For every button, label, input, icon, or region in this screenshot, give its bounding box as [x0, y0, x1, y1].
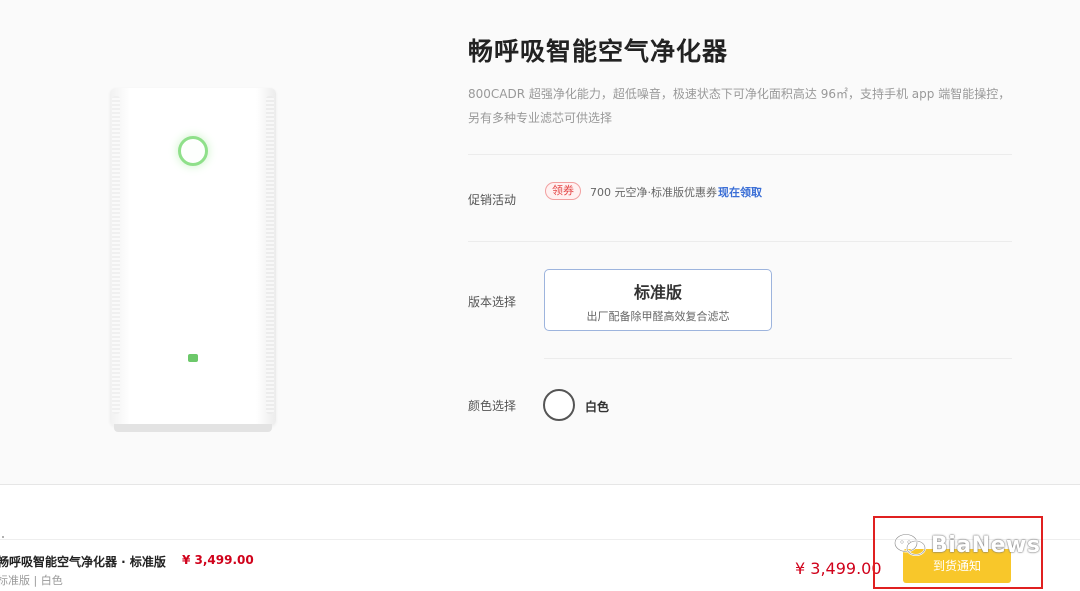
divider — [468, 154, 1012, 155]
divider — [468, 241, 1012, 242]
purifier-status-ring — [178, 136, 208, 166]
purifier-side-grill — [112, 96, 120, 414]
coupon-badge: 领券 — [545, 182, 581, 200]
watermark: BiaNews — [893, 531, 1040, 559]
version-option-standard[interactable]: 标准版 出厂配备除甲醛高效复合滤芯 — [544, 269, 772, 331]
stray-mark — [2, 536, 4, 538]
summary-subtitle: 标准版 | 白色 — [0, 574, 63, 587]
color-name: 白色 — [585, 400, 610, 414]
claim-coupon-link[interactable]: 现在领取 — [718, 184, 762, 200]
purifier-logo — [188, 354, 198, 362]
promotion-label: 促销活动 — [468, 193, 517, 207]
air-purifier-image — [108, 82, 278, 434]
version-label: 版本选择 — [468, 295, 517, 309]
version-name: 标准版 — [633, 283, 682, 302]
total-price: ¥ 3,499.00 — [795, 559, 882, 578]
watermark-text: BiaNews — [931, 532, 1041, 558]
divider — [544, 358, 1012, 359]
color-label: 颜色选择 — [468, 399, 517, 413]
purifier-side-grill — [266, 96, 274, 414]
wechat-icon — [894, 533, 926, 556]
color-swatch-white[interactable] — [543, 389, 575, 421]
coupon-text: 700 元空净·标准版优惠券 — [590, 186, 717, 199]
purifier-base — [114, 424, 272, 432]
product-title: 畅呼吸智能空气净化器 — [468, 37, 729, 66]
version-desc: 出厂配备除甲醛高效复合滤芯 — [586, 310, 730, 323]
summary-price: ¥ 3,499.00 — [182, 553, 254, 567]
summary-title: 畅呼吸智能空气净化器 · 标准版 — [0, 555, 166, 569]
product-description: 800CADR 超强净化能力，超低噪音，极速状态下可净化面积高达 96㎡，支持手… — [468, 87, 1011, 125]
